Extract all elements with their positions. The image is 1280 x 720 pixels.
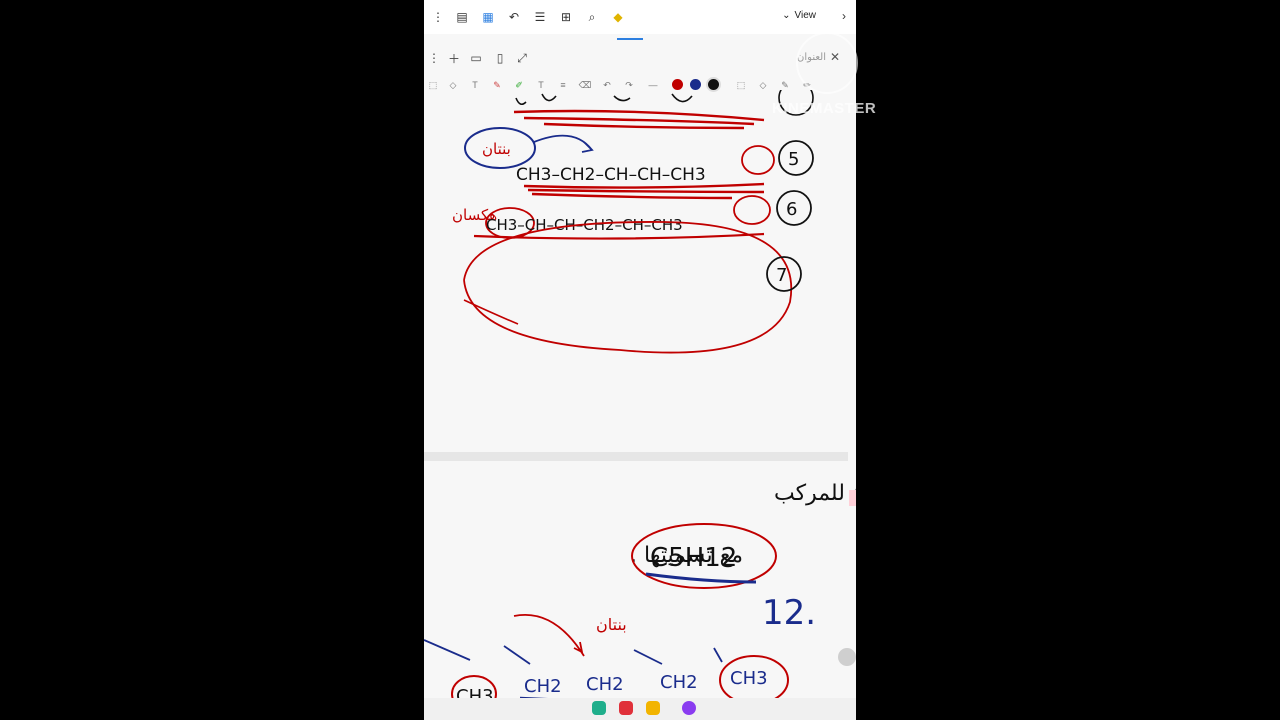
add-icon[interactable]: ＋ bbox=[446, 50, 462, 66]
secondary-toolbar: ⋮ ＋ ▭ ▯ ⤢ العنوان ✕ bbox=[424, 44, 856, 72]
page-icon[interactable]: ▤ bbox=[454, 9, 470, 25]
chain-carbon-3: CH2 bbox=[586, 674, 624, 695]
search-icon[interactable]: ⌕ bbox=[584, 9, 600, 25]
premium-diamond-icon[interactable]: ◆ bbox=[610, 9, 626, 25]
color-red[interactable] bbox=[672, 79, 683, 90]
carbon-count-note: 12. bbox=[762, 593, 816, 633]
row-number-5: 5 bbox=[788, 149, 799, 170]
question-line-1: اكتب الصيغ البنائية للمركب bbox=[774, 481, 856, 506]
expand-icon[interactable]: ⤢ bbox=[514, 50, 530, 66]
compound-formula: C5H12 bbox=[650, 543, 737, 573]
arabic-label-pentane: بنتان bbox=[482, 140, 511, 158]
page-divider bbox=[424, 452, 848, 461]
chain-carbon-2: CH2 bbox=[524, 676, 562, 697]
note-canvas-top[interactable]: بنتان CH3–CH2–CH–CH–CH3 5 هكسان CH3–CH–C… bbox=[424, 90, 856, 445]
color-black[interactable] bbox=[708, 79, 719, 90]
more-options-icon[interactable]: ⋮ bbox=[426, 50, 442, 66]
formula-row-5: CH3–CH2–CH–CH–CH3 bbox=[516, 165, 706, 185]
more-options-icon[interactable]: ⋮ bbox=[430, 9, 446, 25]
undo-icon[interactable]: ↶ bbox=[506, 9, 522, 25]
grid-icon[interactable]: ⊞ bbox=[558, 9, 574, 25]
answer-ellipse bbox=[463, 221, 793, 354]
view-label: View bbox=[794, 10, 817, 21]
list-icon[interactable]: ☰ bbox=[532, 9, 548, 25]
note-canvas-bottom[interactable]: اكتب الصيغ البنائية للمركب مع تسميتها . … bbox=[424, 462, 856, 712]
reading-mode-icon[interactable]: ▦ bbox=[480, 9, 496, 25]
app-icon-purple[interactable] bbox=[682, 701, 696, 715]
row-number-7: 7 bbox=[776, 265, 787, 286]
book-icon[interactable]: ▯ bbox=[492, 50, 508, 66]
chain-carbon-5: CH3 bbox=[730, 668, 768, 689]
view-button[interactable]: ⌄ View bbox=[782, 10, 816, 21]
watermark-logo bbox=[796, 32, 858, 94]
chain-carbon-4: CH2 bbox=[660, 672, 698, 693]
color-blue[interactable] bbox=[690, 79, 701, 90]
watermark-text: KINEMASTER bbox=[772, 100, 877, 117]
tab-indicator bbox=[617, 38, 643, 40]
arabic-label-pentane-2: بنتان bbox=[596, 615, 627, 634]
row-number-6: 6 bbox=[786, 199, 797, 220]
taskbar bbox=[424, 698, 856, 720]
top-toolbar: ⋮ ▤ ▦ ↶ ☰ ⊞ ⌕ ◆ ⌄ View › bbox=[424, 0, 856, 34]
chevron-right-icon[interactable]: › bbox=[842, 9, 846, 23]
scroll-indicator bbox=[849, 490, 856, 506]
app-icon-green[interactable] bbox=[592, 701, 606, 715]
app-icon-yellow[interactable] bbox=[646, 701, 660, 715]
page-icon[interactable]: ▭ bbox=[468, 50, 484, 66]
scroll-handle[interactable] bbox=[838, 648, 856, 666]
app-icon-red[interactable] bbox=[619, 701, 633, 715]
chevron-down-icon: ⌄ bbox=[782, 10, 791, 21]
